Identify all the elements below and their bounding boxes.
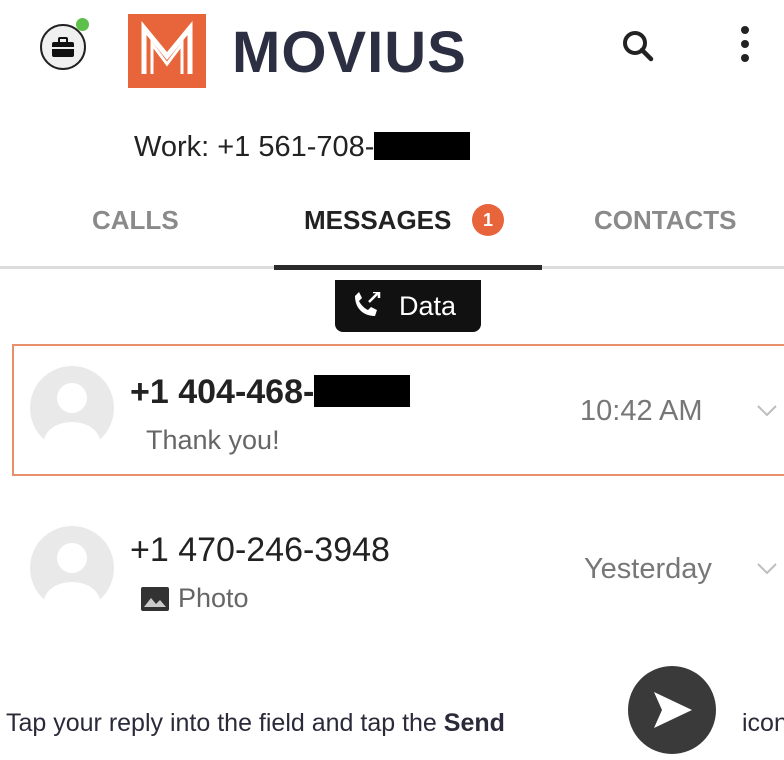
conversation-time: 10:42 AM xyxy=(580,395,703,427)
image-icon xyxy=(141,587,169,611)
chevron-down-icon[interactable] xyxy=(756,404,778,418)
conversation-preview: Photo xyxy=(178,583,249,613)
tab-calls[interactable]: CALLS xyxy=(92,200,179,240)
conversation-number: +1 470-246-3948 xyxy=(130,531,390,569)
conversation-number: +1 404-468- xyxy=(130,372,411,412)
app-logo-text: MOVIUS xyxy=(232,20,467,85)
redaction-bar xyxy=(374,132,471,160)
profile-status-button[interactable] xyxy=(40,24,86,70)
conversation-row[interactable]: +1 404-468- Thank you! 10:42 AM xyxy=(130,372,777,462)
instruction-text: Tap your reply into the field and tap th… xyxy=(6,706,505,740)
search-button[interactable] xyxy=(616,24,662,70)
send-icon xyxy=(628,666,716,754)
data-mode-chip[interactable]: Data xyxy=(335,280,481,332)
conversation-time: Yesterday xyxy=(584,553,712,585)
contact-avatar xyxy=(30,366,114,450)
conversation-preview: Thank you! xyxy=(146,425,280,455)
active-tab-indicator xyxy=(274,265,542,270)
work-number-label: Work: +1 561-708- xyxy=(134,131,375,163)
more-vertical-icon xyxy=(741,26,749,62)
more-options-button[interactable] xyxy=(728,20,762,70)
conversation-row[interactable]: +1 470-246-3948 Photo Yesterday xyxy=(130,530,777,620)
unread-badge: 1 xyxy=(472,204,504,236)
data-mode-label: Data xyxy=(399,291,457,321)
wifi-call-icon xyxy=(355,292,381,316)
instruction-text-before: Tap your reply into the field and tap th… xyxy=(6,709,444,737)
redaction-bar xyxy=(314,375,411,407)
movius-logo-icon xyxy=(128,14,206,88)
tab-messages[interactable]: MESSAGES xyxy=(304,200,451,240)
conversation-number-text: +1 404-468- xyxy=(130,373,315,411)
briefcase-icon xyxy=(52,37,74,57)
presence-indicator xyxy=(76,18,89,31)
tab-contacts[interactable]: CONTACTS xyxy=(594,200,737,240)
work-number: Work: +1 561-708- xyxy=(134,130,471,164)
instruction-text-after: icon xyxy=(742,709,784,737)
search-icon xyxy=(623,31,654,62)
person-icon xyxy=(44,383,100,450)
chevron-down-icon[interactable] xyxy=(756,562,778,576)
contact-avatar xyxy=(30,526,114,610)
person-icon xyxy=(44,543,100,610)
instruction-bold: Send xyxy=(443,709,505,737)
